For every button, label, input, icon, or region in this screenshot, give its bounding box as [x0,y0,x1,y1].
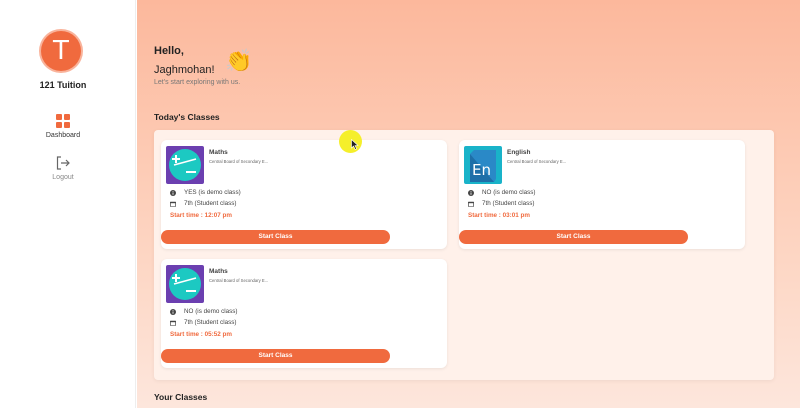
plus-minus-icon [166,265,204,303]
todays-classes-panel: Maths Central Board of Secondary E... YE… [154,130,774,380]
sidebar-item-label: Logout [52,174,74,181]
sidebar-item-logout[interactable]: Logout [0,156,126,181]
calendar-icon [468,201,474,207]
class-subject: Maths [209,149,228,156]
plus-minus-icon [166,146,204,184]
start-class-button[interactable]: Start Class [161,230,390,244]
class-student-level: 7th (Student class) [184,200,237,207]
sidebar-item-label: Dashboard [45,132,81,139]
todays-classes-title: Today's Classes [154,112,220,122]
svg-text:En: En [472,161,491,179]
logout-icon [56,156,70,170]
class-subject: Maths [209,268,228,275]
brand-name: 121 Tuition [39,80,87,90]
sidebar: T 121 Tuition Dashboard Logout [0,0,136,408]
class-card: Maths Central Board of Secondary E... NO… [161,259,447,368]
demo-row: YES (is demo class) [170,189,241,196]
brand-logo: T [41,31,81,71]
cursor-arrow-icon [351,139,359,150]
start-class-button[interactable]: Start Class [161,349,390,363]
class-start-time: Start time : 03:01 pm [468,212,530,219]
class-subject: English [507,149,531,156]
calendar-icon [170,201,176,207]
class-start-time: Start time : 05:52 pm [170,331,232,338]
info-icon [170,189,176,196]
student-class-row: 7th (Student class) [170,319,237,326]
student-class-row: 7th (Student class) [170,200,237,207]
class-student-level: 7th (Student class) [482,200,535,207]
main-content: Hello, Jaghmohan! 👏 Let's start explorin… [137,0,800,408]
class-board: Central Board of Secondary E... [209,159,269,164]
class-board: Central Board of Secondary E... [507,159,567,164]
class-start-time: Start time : 12:07 pm [170,212,232,219]
grid-icon [56,114,70,128]
your-classes-title: Your Classes [154,392,208,402]
class-board: Central Board of Secondary E... [209,278,269,283]
clap-emoji-icon: 👏 [225,48,253,73]
en-book-icon: En [464,146,502,184]
student-class-row: 7th (Student class) [468,200,535,207]
class-demo-status: YES (is demo class) [184,189,241,196]
class-demo-status: NO (is demo class) [482,189,536,196]
greeting-subtitle: Let's start exploring with us. [154,79,241,86]
demo-row: NO (is demo class) [468,189,536,196]
greeting-hello: Hello, [154,45,184,57]
class-card: Maths Central Board of Secondary E... YE… [161,140,447,249]
class-student-level: 7th (Student class) [184,319,237,326]
sidebar-item-dashboard[interactable]: Dashboard [0,114,126,139]
greeting-name: Jaghmohan! [154,64,215,76]
class-demo-status: NO (is demo class) [184,308,238,315]
calendar-icon [170,320,176,326]
info-icon [468,189,474,196]
demo-row: NO (is demo class) [170,308,238,315]
class-card: En English Central Board of Secondary E.… [459,140,745,249]
info-icon [170,308,176,315]
start-class-button[interactable]: Start Class [459,230,688,244]
